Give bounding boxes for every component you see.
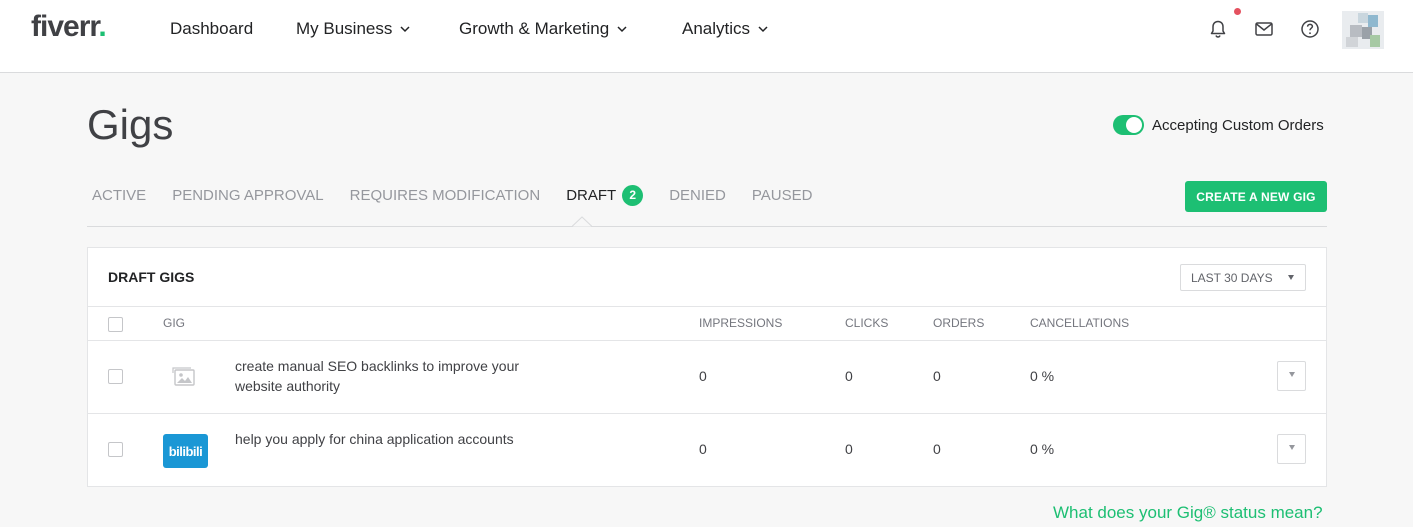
dropdown-arrow-icon — [1289, 372, 1295, 377]
nav-my-business[interactable]: My Business — [296, 19, 412, 39]
chevron-down-icon — [400, 26, 410, 33]
row-actions-dropdown[interactable] — [1277, 434, 1306, 464]
column-header-impressions[interactable]: IMPRESSIONS — [699, 316, 782, 330]
create-new-gig-button[interactable]: CREATE A NEW GIG — [1185, 181, 1327, 212]
tab-paused-label: PAUSED — [751, 186, 813, 204]
nav-dashboard-label: Dashboard — [170, 19, 254, 38]
date-range-select[interactable]: LAST 30 DAYS — [1180, 264, 1306, 291]
draft-gigs-panel: DRAFT GIGS LAST 30 DAYS GIG IMPRESSIONS … — [87, 247, 1327, 487]
tab-denied[interactable]: DENIED — [669, 185, 726, 205]
row-checkbox[interactable] — [108, 442, 123, 457]
cancellations-value: 0 % — [1030, 368, 1055, 384]
draft-count-badge: 2 — [622, 184, 644, 206]
dropdown-arrow-icon — [1288, 275, 1294, 280]
image-placeholder-icon — [172, 367, 195, 386]
toggle-knob — [1126, 117, 1142, 133]
cancellations-value: 0 % — [1030, 441, 1055, 457]
nav-my-business-label: My Business — [296, 19, 393, 38]
nav-growth-marketing[interactable]: Growth & Marketing — [459, 19, 629, 39]
tab-active[interactable]: ACTIVE — [92, 185, 146, 205]
nav-analytics-label: Analytics — [682, 19, 751, 38]
nav-analytics[interactable]: Analytics — [682, 19, 770, 39]
row-checkbox[interactable] — [108, 369, 123, 384]
chevron-down-icon — [617, 26, 627, 33]
tab-requires-modification[interactable]: REQUIRES MODIFICATION — [350, 185, 541, 205]
chevron-down-icon — [758, 26, 768, 33]
gig-title-link[interactable]: create manual SEO backlinks to improve y… — [235, 356, 525, 396]
top-navigation-bar: fiverr. Dashboard My Business Growth & M… — [0, 0, 1413, 73]
custom-orders-toggle[interactable]: Accepting Custom Orders — [1113, 115, 1324, 135]
table-row: create manual SEO backlinks to improve y… — [88, 341, 1326, 413]
notification-dot — [1234, 8, 1241, 15]
tab-active-label: ACTIVE — [92, 186, 147, 204]
nav-growth-marketing-label: Growth & Marketing — [459, 19, 610, 38]
orders-value: 0 — [933, 441, 941, 457]
nav-dashboard[interactable]: Dashboard — [170, 19, 253, 39]
orders-value: 0 — [933, 368, 941, 384]
clicks-value: 0 — [845, 441, 853, 457]
impressions-value: 0 — [699, 368, 707, 384]
gig-status-tabs: ACTIVE PENDING APPROVAL REQUIRES MODIFIC… — [92, 184, 838, 206]
column-header-clicks[interactable]: CLICKS — [845, 316, 888, 330]
envelope-icon[interactable] — [1254, 19, 1274, 39]
tab-requires-modification-label: REQUIRES MODIFICATION — [349, 186, 541, 204]
tab-denied-label: DENIED — [669, 186, 726, 204]
page-title: Gigs — [87, 101, 174, 148]
gig-thumbnail[interactable]: bilibili — [163, 434, 208, 468]
table-row: bilibili help you apply for china applic… — [88, 414, 1326, 486]
column-header-cancellations[interactable]: CANCELLATIONS — [1030, 316, 1129, 330]
bell-icon[interactable] — [1208, 19, 1228, 39]
select-all-checkbox[interactable] — [108, 317, 123, 332]
column-header-orders[interactable]: ORDERS — [933, 316, 984, 330]
custom-orders-label: Accepting Custom Orders — [1152, 116, 1324, 134]
date-range-value: LAST 30 DAYS — [1191, 270, 1273, 285]
tab-pending-approval[interactable]: PENDING APPROVAL — [172, 185, 323, 205]
divider — [88, 306, 1326, 307]
tabs-divider — [87, 226, 1327, 227]
toggle-switch[interactable] — [1113, 115, 1144, 135]
tab-draft[interactable]: DRAFT 2 — [566, 184, 644, 206]
fiverr-logo[interactable]: fiverr. — [31, 10, 107, 44]
clicks-value: 0 — [845, 368, 853, 384]
tab-draft-label: DRAFT — [566, 186, 617, 204]
column-header-gig: GIG — [163, 316, 186, 330]
dropdown-arrow-icon — [1289, 445, 1295, 450]
impressions-value: 0 — [699, 441, 707, 457]
active-tab-caret — [572, 216, 592, 227]
tab-pending-approval-label: PENDING APPROVAL — [172, 186, 324, 204]
user-avatar[interactable] — [1342, 11, 1384, 49]
tab-paused[interactable]: PAUSED — [752, 185, 813, 205]
panel-title: DRAFT GIGS — [108, 269, 195, 285]
gig-title-link[interactable]: help you apply for china application acc… — [235, 429, 525, 449]
gig-status-help-link[interactable]: What does your Gig® status mean? — [1053, 503, 1323, 523]
help-icon[interactable] — [1300, 19, 1320, 39]
row-actions-dropdown[interactable] — [1277, 361, 1306, 391]
